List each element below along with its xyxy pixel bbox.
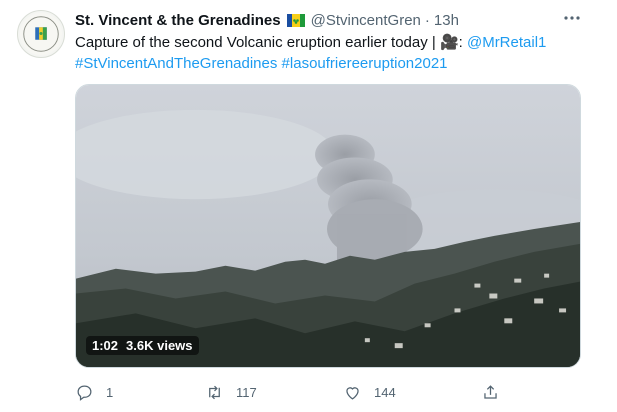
share-button[interactable] [481, 382, 512, 402]
tweet-actions-bar: 1 117 144 [75, 382, 505, 402]
like-button[interactable]: 144 [343, 382, 396, 402]
retweet-icon [209, 385, 220, 399]
hashtag-link[interactable]: #StVincentAndTheGrenadines [75, 55, 277, 72]
heart-icon [346, 386, 359, 400]
government-seal-avatar[interactable] [17, 10, 65, 58]
retweet-count: 117 [236, 384, 257, 400]
video-player[interactable]: 1:02 3.6K views [75, 84, 581, 368]
mention-link[interactable]: @MrRetail1 [467, 34, 546, 51]
video-info-badge: 1:02 3.6K views [86, 336, 199, 355]
like-count: 144 [374, 384, 396, 400]
tweet-timestamp[interactable]: 13h [434, 12, 459, 29]
tweet-header: St. Vincent & the Grenadines @StvincentG… [75, 9, 459, 31]
author-handle[interactable]: @StvincentGren [311, 12, 421, 29]
st-vincent-flag-icon [286, 13, 305, 27]
video-thumbnail [76, 85, 580, 367]
retweet-button[interactable]: 117 [205, 382, 257, 402]
tweet-text: Capture of the second Volcanic eruption … [75, 32, 595, 74]
reply-icon [77, 385, 92, 401]
hashtag-link[interactable]: #lasoufriereeruption2021 [282, 55, 448, 72]
more-options-icon[interactable] [561, 8, 583, 28]
tweet-text-body: Capture of the second Volcanic eruption … [75, 34, 467, 51]
author-name[interactable]: St. Vincent & the Grenadines [75, 12, 281, 29]
video-duration: 1:02 [92, 338, 119, 353]
separator-dot: · [424, 11, 430, 29]
reply-button[interactable]: 1 [75, 382, 113, 402]
tweet-card[interactable]: St. Vincent & the Grenadines @StvincentG… [0, 0, 617, 412]
reply-count: 1 [106, 384, 114, 400]
share-icon [484, 384, 497, 399]
video-view-count: 3.6K views [126, 338, 193, 353]
